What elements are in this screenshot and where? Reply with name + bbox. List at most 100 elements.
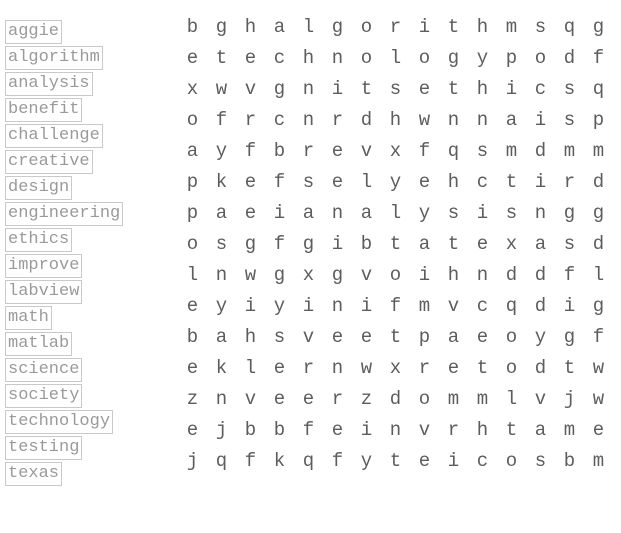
grid-cell[interactable]: c (265, 105, 294, 136)
grid-cell[interactable]: s (207, 229, 236, 260)
grid-cell[interactable]: i (236, 291, 265, 322)
grid-cell[interactable]: h (468, 415, 497, 446)
word-list-item[interactable]: aggie (5, 20, 63, 44)
word-list-item[interactable]: creative (5, 150, 93, 174)
grid-cell[interactable]: p (584, 105, 613, 136)
grid-cell[interactable]: r (294, 353, 323, 384)
grid-cell[interactable]: g (265, 74, 294, 105)
grid-cell[interactable]: v (236, 384, 265, 415)
grid-cell[interactable]: a (352, 198, 381, 229)
grid-cell[interactable]: e (294, 384, 323, 415)
grid-cell[interactable]: t (468, 353, 497, 384)
grid-cell[interactable]: t (352, 74, 381, 105)
grid-cell[interactable]: n (207, 260, 236, 291)
grid-cell[interactable]: o (410, 384, 439, 415)
grid-cell[interactable]: d (584, 167, 613, 198)
grid-cell[interactable]: e (265, 353, 294, 384)
grid-cell[interactable]: s (526, 12, 555, 43)
grid-cell[interactable]: t (381, 446, 410, 477)
grid-cell[interactable]: e (352, 322, 381, 353)
grid-cell[interactable]: y (352, 446, 381, 477)
grid-cell[interactable]: m (468, 384, 497, 415)
grid-cell[interactable]: x (381, 136, 410, 167)
grid-cell[interactable]: k (265, 446, 294, 477)
grid-cell[interactable]: n (526, 198, 555, 229)
grid-cell[interactable]: g (555, 322, 584, 353)
grid-cell[interactable]: d (584, 229, 613, 260)
grid-cell[interactable]: j (555, 384, 584, 415)
grid-cell[interactable]: h (468, 74, 497, 105)
grid-cell[interactable]: e (584, 415, 613, 446)
word-list-item[interactable]: society (5, 384, 83, 408)
grid-cell[interactable]: i (294, 291, 323, 322)
grid-cell[interactable]: o (497, 353, 526, 384)
grid-cell[interactable]: s (294, 167, 323, 198)
grid-cell[interactable]: w (584, 353, 613, 384)
grid-cell[interactable]: m (410, 291, 439, 322)
grid-cell[interactable]: m (555, 415, 584, 446)
grid-cell[interactable]: v (526, 384, 555, 415)
grid-cell[interactable]: f (294, 415, 323, 446)
grid-cell[interactable]: r (381, 12, 410, 43)
grid-cell[interactable]: w (207, 74, 236, 105)
word-list-item[interactable]: engineering (5, 202, 124, 226)
grid-cell[interactable]: o (410, 43, 439, 74)
grid-cell[interactable]: y (265, 291, 294, 322)
grid-cell[interactable]: i (352, 291, 381, 322)
word-list-item[interactable]: design (5, 176, 73, 200)
grid-cell[interactable]: l (178, 260, 207, 291)
grid-cell[interactable]: h (439, 167, 468, 198)
grid-cell[interactable]: k (207, 353, 236, 384)
grid-cell[interactable]: m (497, 136, 526, 167)
word-list-item[interactable]: math (5, 306, 52, 330)
word-list-item[interactable]: science (5, 358, 83, 382)
grid-cell[interactable]: g (439, 43, 468, 74)
grid-cell[interactable]: t (439, 229, 468, 260)
grid-cell[interactable]: i (526, 167, 555, 198)
grid-cell[interactable]: s (381, 74, 410, 105)
grid-cell[interactable]: d (526, 291, 555, 322)
grid-cell[interactable]: b (236, 415, 265, 446)
grid-cell[interactable]: a (178, 136, 207, 167)
grid-cell[interactable]: x (497, 229, 526, 260)
grid-cell[interactable]: i (352, 415, 381, 446)
grid-cell[interactable]: v (352, 260, 381, 291)
grid-cell[interactable]: i (468, 198, 497, 229)
grid-cell[interactable]: y (381, 167, 410, 198)
grid-cell[interactable]: d (352, 105, 381, 136)
grid-cell[interactable]: c (265, 43, 294, 74)
grid-cell[interactable]: g (207, 12, 236, 43)
grid-cell[interactable]: n (468, 260, 497, 291)
grid-cell[interactable]: n (323, 353, 352, 384)
grid-cell[interactable]: s (497, 198, 526, 229)
grid-cell[interactable]: f (584, 322, 613, 353)
grid-cell[interactable]: d (381, 384, 410, 415)
grid-cell[interactable]: l (381, 43, 410, 74)
grid-cell[interactable]: f (236, 446, 265, 477)
grid-cell[interactable]: d (526, 260, 555, 291)
grid-cell[interactable]: b (265, 415, 294, 446)
grid-cell[interactable]: m (497, 12, 526, 43)
grid-cell[interactable]: e (236, 43, 265, 74)
grid-cell[interactable]: e (178, 291, 207, 322)
grid-cell[interactable]: t (497, 167, 526, 198)
grid-cell[interactable]: l (497, 384, 526, 415)
grid-cell[interactable]: l (381, 198, 410, 229)
word-list-item[interactable]: improve (5, 254, 83, 278)
grid-cell[interactable]: r (294, 136, 323, 167)
grid-cell[interactable]: g (555, 198, 584, 229)
grid-cell[interactable]: r (323, 105, 352, 136)
grid-cell[interactable]: e (178, 43, 207, 74)
grid-cell[interactable]: a (526, 229, 555, 260)
word-list-item[interactable]: analysis (5, 72, 93, 96)
grid-cell[interactable]: t (381, 322, 410, 353)
grid-cell[interactable]: e (468, 229, 497, 260)
grid-cell[interactable]: d (497, 260, 526, 291)
grid-cell[interactable]: o (178, 105, 207, 136)
grid-cell[interactable]: g (265, 260, 294, 291)
grid-cell[interactable]: c (526, 74, 555, 105)
grid-cell[interactable]: m (555, 136, 584, 167)
grid-cell[interactable]: h (468, 12, 497, 43)
grid-cell[interactable]: e (178, 415, 207, 446)
grid-cell[interactable]: g (584, 291, 613, 322)
